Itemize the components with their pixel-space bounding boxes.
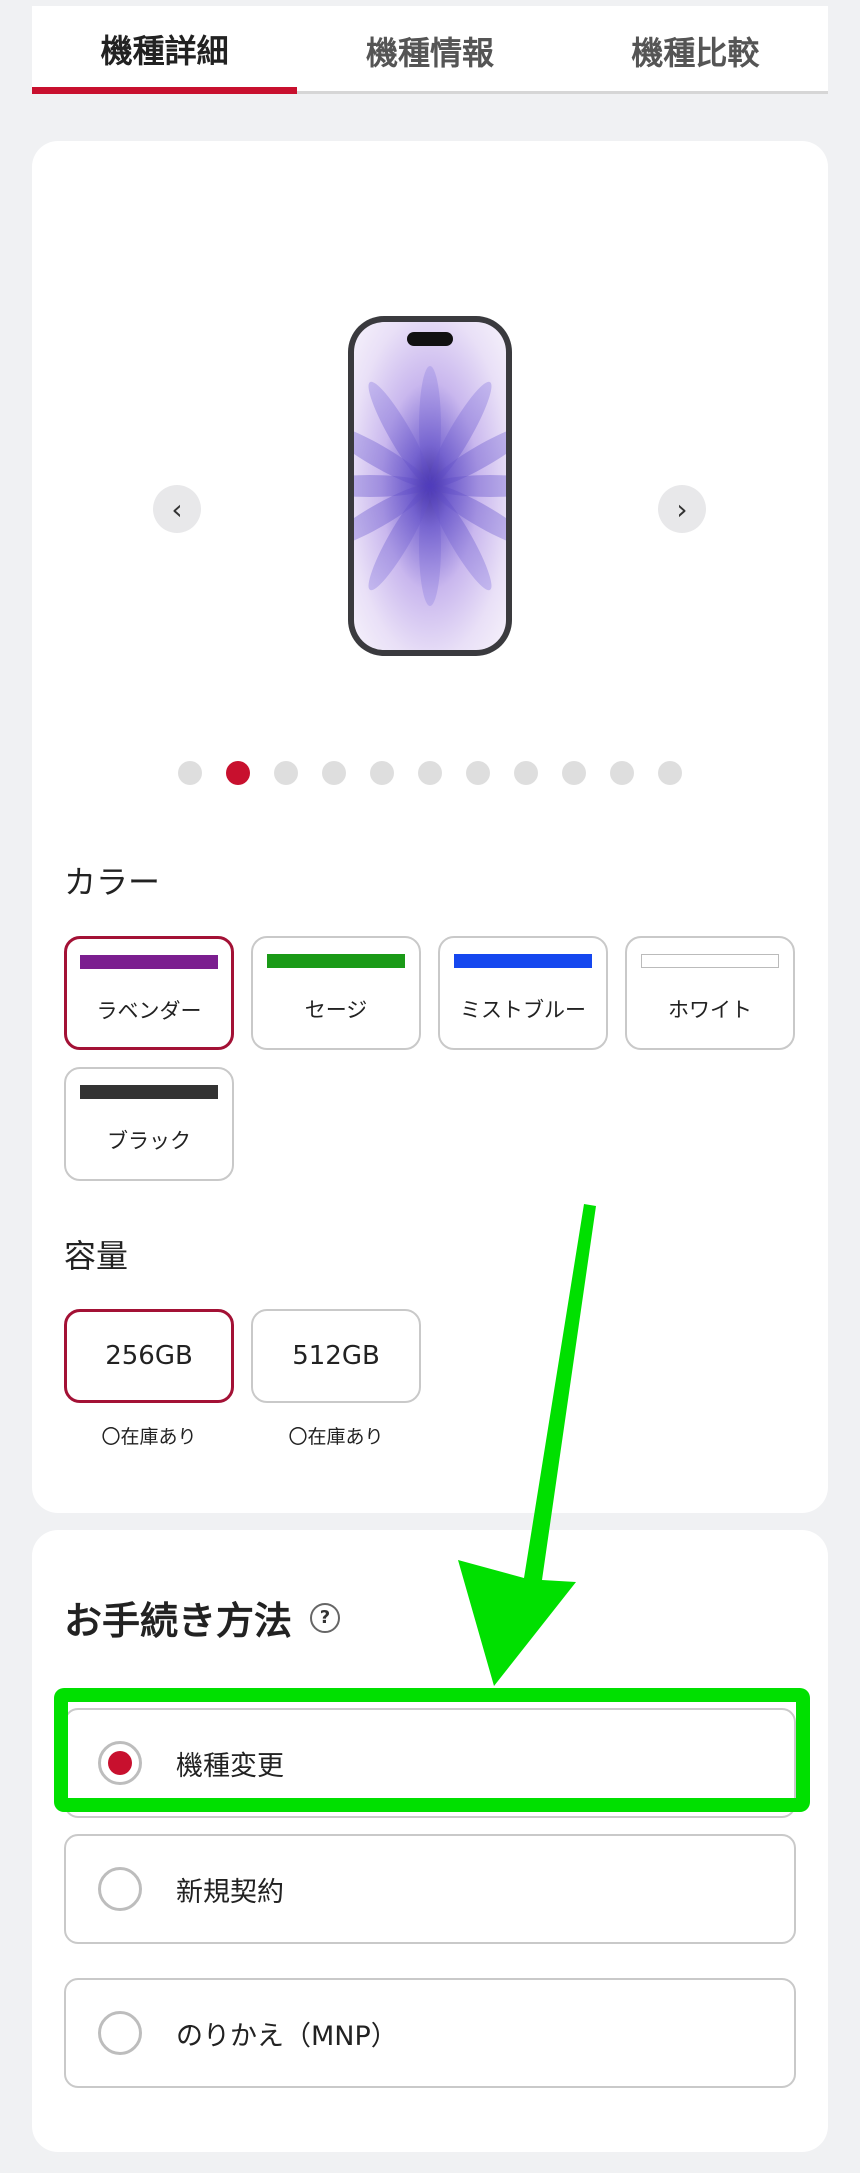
procedure-title: お手続き方法 — [64, 1599, 293, 1643]
color-option-label: ミストブルー — [460, 998, 586, 1022]
capacity-option-512gb[interactable]: 512GB — [251, 1309, 421, 1403]
procedure-option-new-contract[interactable]: 新規契約 — [64, 1834, 796, 1944]
stock-status: 〇在庫あり — [288, 1426, 384, 1448]
carousel-dot[interactable] — [562, 761, 586, 785]
product-card: ‹ › カラー ラベンダー セージ ミストブルー ホワイト ブラック 容量 25… — [32, 141, 828, 1513]
procedure-option-mnp[interactable]: のりかえ（MNP） — [64, 1978, 796, 2088]
chevron-left-icon[interactable]: ‹ — [153, 485, 201, 533]
color-option-lavender[interactable]: ラベンダー — [64, 936, 234, 1050]
color-swatch — [267, 954, 405, 968]
carousel-dot[interactable] — [466, 761, 490, 785]
color-swatch — [80, 1085, 218, 1099]
color-option-black[interactable]: ブラック — [64, 1067, 234, 1181]
color-section-title: カラー — [64, 863, 161, 901]
stock-status: 〇在庫あり — [101, 1426, 197, 1448]
carousel-dot[interactable] — [226, 761, 250, 785]
color-swatch — [641, 954, 779, 968]
chevron-right-icon[interactable]: › — [658, 485, 706, 533]
phone-image — [348, 316, 512, 656]
tab-device-details[interactable]: 機種詳細 — [32, 6, 298, 94]
color-option-label: ラベンダー — [96, 999, 202, 1023]
capacity-option-256gb[interactable]: 256GB — [64, 1309, 234, 1403]
carousel-dot[interactable] — [370, 761, 394, 785]
carousel-dot[interactable] — [610, 761, 634, 785]
carousel-dot[interactable] — [418, 761, 442, 785]
carousel-dot[interactable] — [322, 761, 346, 785]
tab-bar: 機種詳細 機種情報 機種比較 — [32, 6, 828, 94]
procedure-card: お手続き方法 ? 機種変更 新規契約 のりかえ（MNP） — [32, 1530, 828, 2152]
procedure-option-model-change[interactable]: 機種変更 — [64, 1708, 796, 1818]
carousel-dot[interactable] — [514, 761, 538, 785]
color-option-label: ブラック — [107, 1129, 191, 1153]
color-swatch — [80, 955, 218, 969]
radio-button[interactable] — [98, 1867, 142, 1911]
radio-button[interactable] — [98, 2011, 142, 2055]
color-option-sage[interactable]: セージ — [251, 936, 421, 1050]
radio-button-selected[interactable] — [98, 1741, 142, 1785]
color-option-label: ホワイト — [668, 998, 752, 1022]
procedure-option-label: のりかえ（MNP） — [176, 2020, 398, 2052]
carousel-dots — [32, 761, 828, 785]
procedure-option-label: 新規契約 — [176, 1876, 284, 1908]
color-option-white[interactable]: ホワイト — [625, 936, 795, 1050]
carousel-dot[interactable] — [658, 761, 682, 785]
color-option-label: セージ — [304, 998, 368, 1022]
color-option-mist-blue[interactable]: ミストブルー — [438, 936, 608, 1050]
color-swatch — [454, 954, 592, 968]
carousel-dot[interactable] — [274, 761, 298, 785]
tab-device-compare[interactable]: 機種比較 — [562, 6, 828, 94]
help-icon[interactable]: ? — [310, 1602, 341, 1633]
tab-device-info[interactable]: 機種情報 — [297, 6, 563, 94]
procedure-title-row: お手続き方法 ? — [64, 1590, 341, 1645]
procedure-option-label: 機種変更 — [176, 1750, 284, 1782]
capacity-section-title: 容量 — [64, 1237, 129, 1275]
carousel-dot[interactable] — [178, 761, 202, 785]
